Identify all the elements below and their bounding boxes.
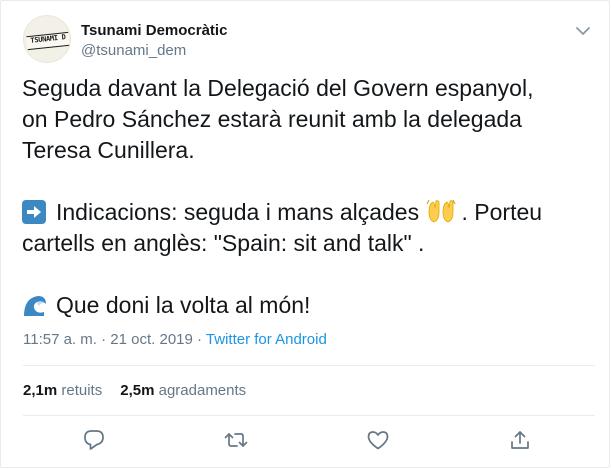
likes-count: 2,5m [120,382,155,399]
water-wave-icon [22,292,48,318]
meta-separator: · [96,331,111,348]
chevron-down-icon[interactable] [573,23,593,39]
tweet-time[interactable]: 11:57 a. m. [23,331,97,348]
divider [23,365,595,366]
reply-icon[interactable] [82,429,106,451]
avatar[interactable]: TSUNAMI D [23,15,71,63]
tweet-source-link[interactable]: Twitter for Android [206,331,327,348]
tweet-meta: 11:57 a. m. · 21 oct. 2019 · Twitter for… [23,331,327,348]
tweet-line: cartells en anglès: "Spain: sit and talk… [22,230,425,256]
likes-label: agradaments [158,382,247,399]
tweet-line: Seguda davant la Delegació del Govern es… [22,75,534,101]
share-icon[interactable] [508,429,532,451]
indications-text: Indicacions: seguda i mans alçades [56,199,420,225]
author-name[interactable]: Tsunami Democràtic [81,22,227,39]
retweets-label: retuits [61,382,103,399]
retweets-count: 2,1m [23,382,58,399]
tweet-date[interactable]: 21 oct. 2019 [110,331,193,348]
tweet-stats: 2,1m retuits 2,5m agradaments [23,382,246,399]
indications-text-end: . Porteu [461,199,543,225]
tweet-line: on Pedro Sánchez estarà reunit amb la de… [22,106,522,132]
tweet-card: TSUNAMI D Tsunami Democràtic @tsunami_de… [0,0,610,468]
divider [23,415,595,416]
tweet-closing: Que doni la volta al món! [22,290,597,321]
author-handle[interactable]: @tsunami_dem [81,42,186,59]
tweet-line: Teresa Cunillera. [22,137,195,163]
tweet-text: Seguda davant la Delegació del Govern es… [22,73,597,321]
likes-stat[interactable]: 2,5m agradaments [120,382,246,399]
right-arrow-icon [22,200,46,224]
retweet-icon[interactable] [224,429,248,451]
tweet-indications: Indicacions: seguda i mans alçades . Por… [22,197,597,228]
raised-hands-icon [426,198,456,224]
retweets-stat[interactable]: 2,1m retuits [23,382,102,399]
meta-separator: · [192,331,206,348]
heart-icon[interactable] [366,429,390,451]
closing-text: Que doni la volta al món! [56,292,311,318]
